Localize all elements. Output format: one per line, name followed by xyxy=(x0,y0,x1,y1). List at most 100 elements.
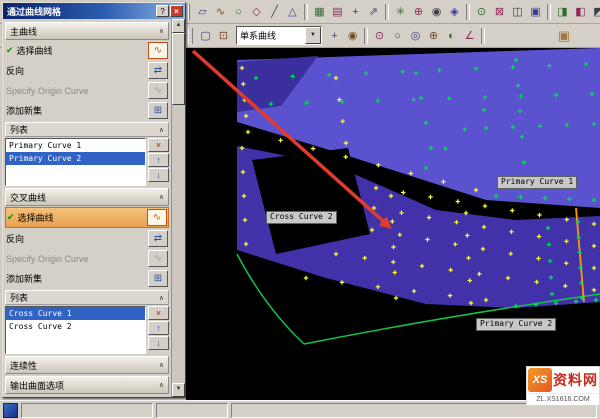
dialog-scrollbar[interactable]: ▲ ▼ xyxy=(171,19,185,397)
app-icon[interactable] xyxy=(3,403,18,418)
scrollbar-track[interactable] xyxy=(172,33,185,383)
primary-list-label: 列表 xyxy=(10,123,28,136)
chevron-up-icon[interactable]: ∧ xyxy=(159,27,164,35)
dialog-close-button[interactable]: × xyxy=(170,5,183,17)
primary-select-curve-button[interactable]: ∿ xyxy=(148,42,168,59)
toolbar-icon[interactable]: ▣ xyxy=(527,3,544,21)
scroll-up-button[interactable]: ▲ xyxy=(172,19,185,33)
cross-curve-list[interactable]: Cross Curve 1Cross Curve 2 xyxy=(5,306,146,354)
cross-origin-button[interactable]: ∿ xyxy=(148,250,168,267)
curve-rule-combo[interactable]: 单系曲线 ▼ xyxy=(236,26,322,45)
chevron-up-icon[interactable]: ∧ xyxy=(159,126,164,134)
toolbar-icon[interactable]: ▢ xyxy=(197,27,214,45)
list-item[interactable]: Cross Curve 2 xyxy=(6,320,145,333)
toolbar-icon[interactable]: ✳ xyxy=(392,3,409,21)
toolbar-separator xyxy=(364,28,368,44)
cross-origin-label: Specify Origin Curve xyxy=(6,254,89,264)
toolbar-icon[interactable]: ◉ xyxy=(344,27,361,45)
toolbar-separator xyxy=(385,4,389,20)
check-icon: ✔ xyxy=(7,212,15,223)
toolbar-icon[interactable]: ○ xyxy=(389,27,406,45)
watermark-url: ZL.XS1616.COM xyxy=(527,393,599,405)
toolbar-icon[interactable]: ∿ xyxy=(212,3,229,21)
toolbar-icon[interactable]: ◫ xyxy=(509,3,526,21)
toolbar-icon[interactable]: ╱ xyxy=(266,3,283,21)
dropdown-icon[interactable]: ▼ xyxy=(305,27,321,44)
toolbar-icon[interactable]: ◧ xyxy=(572,3,589,21)
toolbar-icon[interactable]: ⊕ xyxy=(425,27,442,45)
toolbar-icon[interactable]: + xyxy=(326,27,343,45)
remove-item-button[interactable]: × xyxy=(148,306,169,320)
chevron-up-icon[interactable]: ∧ xyxy=(159,193,164,201)
move-up-button[interactable]: ↑ xyxy=(148,153,169,167)
primary-origin-button[interactable]: ∿ xyxy=(148,82,168,99)
dialog-titlebar[interactable]: 通过曲线网格 ? × xyxy=(3,3,185,19)
cross-select-curve-row: ✔ 选择曲线 ∿ xyxy=(5,207,169,228)
curve-label[interactable]: Cross Curve 2 xyxy=(266,211,337,224)
toolbar-icon[interactable]: + xyxy=(347,3,364,21)
toolbar-grip[interactable] xyxy=(188,28,193,44)
toolbar-separator xyxy=(481,28,485,44)
scroll-down-button[interactable]: ▼ xyxy=(172,383,185,397)
list-item[interactable]: Primary Curve 2 xyxy=(6,152,145,165)
dialog-help-button[interactable]: ? xyxy=(156,5,169,17)
view-cube-icon[interactable]: ▣ xyxy=(554,26,574,46)
toolbar-icon[interactable]: ▦ xyxy=(311,3,328,21)
output-surface-header-label: 输出曲面选项 xyxy=(10,379,64,392)
toolbar-icon[interactable]: ⊠ xyxy=(491,3,508,21)
curve-icon: ∿ xyxy=(153,212,161,223)
primary-select-curve-row: ✔ 选择曲线 ∿ xyxy=(5,41,169,60)
list-item[interactable]: Cross Curve 1 xyxy=(6,307,145,320)
toolbar-icon[interactable]: ◈ xyxy=(446,3,463,21)
curve-label[interactable]: Primary Curve 2 xyxy=(476,318,556,331)
toolbar-icon[interactable]: ◉ xyxy=(428,3,445,21)
continuity-header-label: 连续性 xyxy=(10,359,37,372)
chevron-up-icon[interactable]: ∧ xyxy=(159,294,164,302)
primary-origin-row: Specify Origin Curve ∿ xyxy=(5,81,169,100)
primary-reverse-button[interactable]: ⇄ xyxy=(148,62,168,79)
toolbar-icon[interactable]: △ xyxy=(284,3,301,21)
move-down-button[interactable]: ↓ xyxy=(148,168,169,182)
toolbar-icon[interactable]: ⊙ xyxy=(473,3,490,21)
chevron-up-icon[interactable]: ∧ xyxy=(159,361,164,369)
toolbar-icon[interactable]: ◩ xyxy=(590,3,600,21)
toolbar-icon[interactable]: ○ xyxy=(230,3,247,21)
toolbar-grip[interactable] xyxy=(188,4,190,20)
toolbar-icon[interactable]: ⊕ xyxy=(410,3,427,21)
toolbar-icon[interactable]: ∠ xyxy=(461,27,478,45)
list-item[interactable]: Primary Curve 1 xyxy=(6,139,145,152)
continuity-header[interactable]: 连续性 ∧ xyxy=(5,356,169,374)
scrollbar-thumb[interactable] xyxy=(172,33,185,105)
toolbar-icon[interactable]: ▤ xyxy=(329,3,346,21)
toolbar-icon[interactable]: ⊙ xyxy=(371,27,388,45)
toolbar-icon[interactable]: ◨ xyxy=(554,3,571,21)
output-surface-header[interactable]: 输出曲面选项 ∧ xyxy=(5,376,169,394)
toolbar-icon[interactable]: ◇ xyxy=(248,3,265,21)
primary-add-set-button[interactable]: ⊞ xyxy=(148,102,168,119)
move-down-button[interactable]: ↓ xyxy=(148,336,169,350)
cross-curves-header[interactable]: 交叉曲线 ∧ xyxy=(5,188,169,206)
toolbar-icon[interactable]: ⊡ xyxy=(215,27,232,45)
move-up-button[interactable]: ↑ xyxy=(148,321,169,335)
toolbar-icon[interactable]: ◐ xyxy=(443,27,460,45)
cross-select-curve-button[interactable]: ∿ xyxy=(147,209,167,226)
viewport-canvas xyxy=(186,48,600,400)
toolbar-icon[interactable]: ◎ xyxy=(407,27,424,45)
curve-label[interactable]: Primary Curve 1 xyxy=(497,176,577,189)
primary-reverse-label: 反向 xyxy=(6,64,24,77)
cross-add-set-button[interactable]: ⊞ xyxy=(148,270,168,287)
primary-curves-header[interactable]: 主曲线 ∧ xyxy=(5,22,169,40)
cross-reverse-button[interactable]: ⇄ xyxy=(148,230,168,247)
primary-add-set-row: 添加新集 ⊞ xyxy=(5,101,169,120)
chevron-up-icon[interactable]: ∧ xyxy=(159,381,164,389)
toolbar-icon[interactable]: ▱ xyxy=(194,3,211,21)
primary-list-header[interactable]: 列表 ∧ xyxy=(5,122,169,137)
primary-curve-list[interactable]: Primary Curve 1Primary Curve 2 xyxy=(5,138,146,186)
toolbar-icon[interactable]: ⇗ xyxy=(365,3,382,21)
remove-item-button[interactable]: × xyxy=(148,138,169,152)
curve-icon: ∿ xyxy=(154,45,162,56)
cross-list-header[interactable]: 列表 ∧ xyxy=(5,290,169,305)
watermark: XS 资料网 ZL.XS1616.COM xyxy=(526,366,600,406)
graphics-viewport[interactable]: Primary Curve 1 Cross Curve 2 Primary Curv… xyxy=(186,48,600,400)
watermark-name: 资料网 xyxy=(553,370,599,390)
